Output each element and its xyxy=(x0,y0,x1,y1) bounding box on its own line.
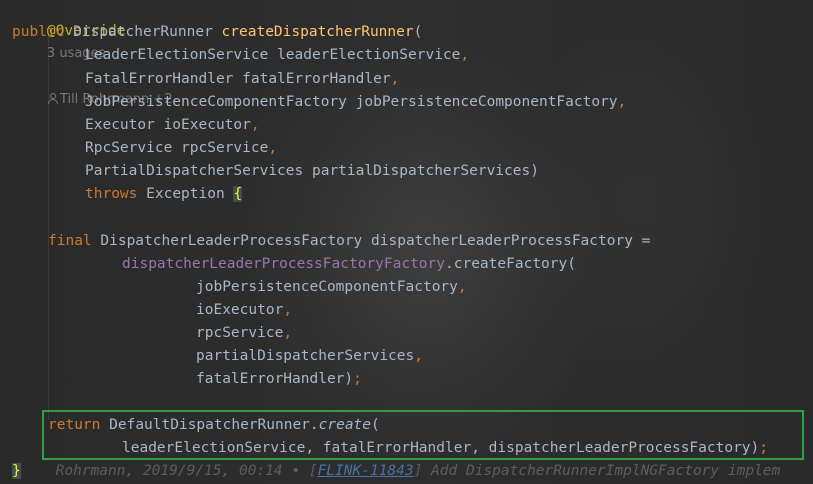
code-editor[interactable]: @Override 3 usages Till Rohrmann +2 publ… xyxy=(0,0,813,484)
code-line-close-brace[interactable]: } Rohrmann, 2019/9/15, 00:14 • [FLINK-11… xyxy=(12,460,812,482)
code-line-param[interactable]: Executor ioExecutor, xyxy=(85,114,260,136)
code-line-factory-arg[interactable]: rpcService, xyxy=(196,322,292,344)
code-line-param[interactable]: FatalErrorHandler fatalErrorHandler, xyxy=(85,68,399,90)
open-brace-highlight: { xyxy=(233,186,243,202)
git-blame-annotation[interactable]: Rohrmann, 2019/9/15, 00:14 • [FLINK-1184… xyxy=(56,463,781,479)
code-line-param[interactable]: PartialDispatcherServices partialDispatc… xyxy=(85,160,539,182)
code-line-param[interactable]: LeaderElectionService leaderElectionServ… xyxy=(85,44,469,66)
code-line-throws[interactable]: throws Exception { xyxy=(85,183,243,205)
code-line-factory-arg[interactable]: ioExecutor, xyxy=(196,299,292,321)
factory-factory-field: dispatcherLeaderProcessFactoryFactory xyxy=(122,256,446,272)
method-name: createDispatcherRunner xyxy=(221,24,414,40)
code-line-factory-arg[interactable]: jobPersistenceComponentFactory, xyxy=(196,276,467,298)
person-icon xyxy=(47,93,58,104)
blame-ticket-link[interactable]: FLINK-11843 xyxy=(318,463,414,479)
code-line-factory-arg[interactable]: fatalErrorHandler); xyxy=(196,368,362,390)
code-line-final-decl[interactable]: final DispatcherLeaderProcessFactory dis… xyxy=(48,230,650,252)
code-line-signature[interactable]: public DispatcherRunner createDispatcher… xyxy=(12,21,422,43)
code-line-create-factory[interactable]: dispatcherLeaderProcessFactoryFactory.cr… xyxy=(122,253,576,275)
return-statement-highlight-box xyxy=(42,410,804,460)
code-line-factory-arg[interactable]: partialDispatcherServices, xyxy=(196,345,423,367)
code-line-param[interactable]: JobPersistenceComponentFactory jobPersis… xyxy=(85,91,626,113)
code-line-param[interactable]: RpcService rpcService, xyxy=(85,137,277,159)
code-line-annotation[interactable]: @Override 3 usages Till Rohrmann +2 xyxy=(12,0,173,107)
close-brace-highlight: } xyxy=(12,463,21,479)
